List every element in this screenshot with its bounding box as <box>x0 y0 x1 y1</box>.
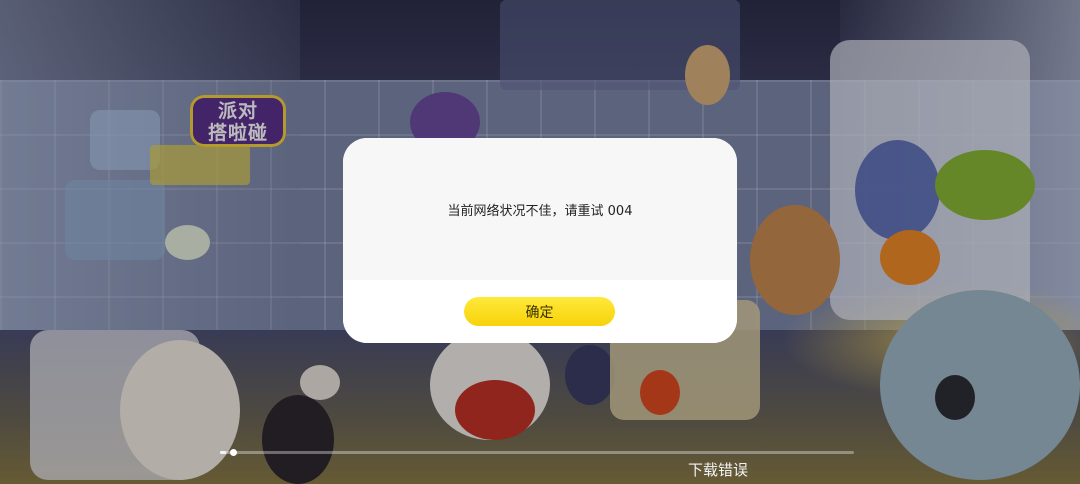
download-progress-bar <box>220 449 854 456</box>
download-progress-fill <box>220 451 227 454</box>
dialog-footer: 确定 <box>343 280 737 343</box>
dialog-message: 当前网络状况不佳，请重试 004 <box>447 203 633 219</box>
confirm-button[interactable]: 确定 <box>464 297 615 326</box>
network-error-dialog: 当前网络状况不佳，请重试 004 确定 <box>343 138 737 343</box>
download-status-text: 下载错误 <box>688 461 749 479</box>
dialog-body: 当前网络状况不佳，请重试 004 <box>343 138 737 280</box>
